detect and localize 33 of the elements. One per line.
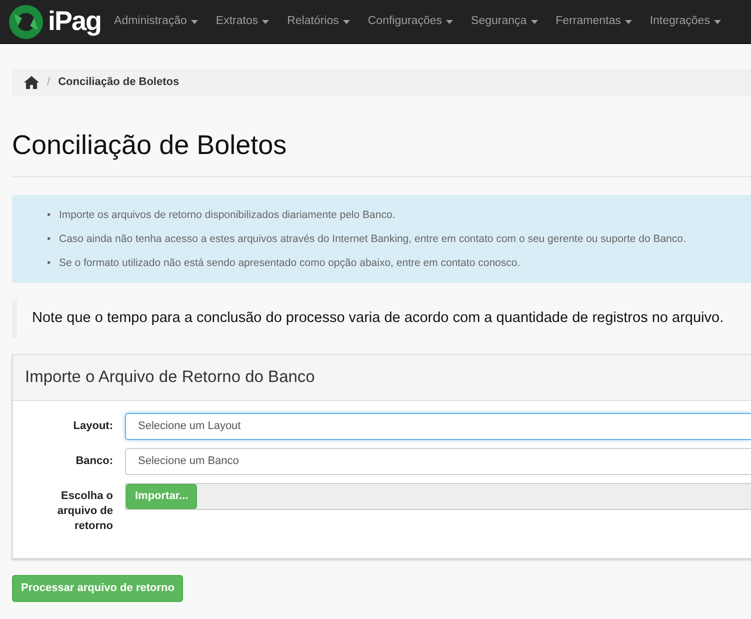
- field-label: Layout:: [73, 420, 113, 432]
- info-item: Caso ainda não tenha acesso a estes arquivos através do Internet Banking, entre em contato com o seu gerente ou suporte do Banco.: [59, 232, 686, 248]
- field-label: Banco:: [76, 454, 113, 467]
- caret-icon: [530, 20, 538, 24]
- breadcrumb-separator: /: [47, 75, 50, 90]
- nav-menu-item[interactable]: Configurações: [358, 12, 462, 30]
- home-icon[interactable]: [24, 76, 39, 89]
- page-title: Conciliação de Boletos: [12, 129, 288, 162]
- breadcrumb-current: Conciliação de Boletos: [58, 75, 180, 90]
- bullet-mark: •: [47, 208, 52, 224]
- nav-menu-item[interactable]: Integrações: [640, 12, 730, 30]
- info-item: Se o formato utilizado não está sendo apresentado como opção abaixo, entre em contato conosco.: [59, 256, 520, 272]
- brand-name[interactable]: iPag: [48, 1, 102, 42]
- caret-icon: [714, 20, 721, 24]
- panel-heading: Importe o Arquivo de Retorno do Banco: [25, 368, 315, 386]
- caret-icon: [342, 20, 350, 24]
- caret-icon: [446, 20, 454, 24]
- bullet-mark: •: [47, 232, 52, 248]
- field-label: Escolha o arquivo de retorno: [57, 490, 113, 532]
- note-text: Note que o tempo para a conclusão do processo varia de acordo com a quantidade de registros no arquivo.: [32, 310, 724, 326]
- caret-icon: [624, 20, 632, 24]
- caret-icon: [190, 20, 198, 24]
- select-field[interactable]: Selecione um Banco: [125, 448, 751, 475]
- nav-menu-item[interactable]: Administração: [105, 12, 207, 30]
- caret-icon: [262, 20, 270, 24]
- nav-menu-item[interactable]: Extratos: [206, 12, 278, 30]
- nav-menu-item[interactable]: Relatórios: [278, 12, 359, 30]
- logo-icon: [8, 4, 44, 40]
- nav-menu-item[interactable]: Segurança: [462, 12, 547, 30]
- bullet-mark: •: [47, 256, 52, 272]
- nav-menu-item[interactable]: Ferramentas: [546, 12, 641, 30]
- info-item: Importe os arquivos de retorno disponibilizados diariamente pelo Banco.: [59, 208, 396, 224]
- select-field[interactable]: Selecione um Layout: [125, 412, 751, 440]
